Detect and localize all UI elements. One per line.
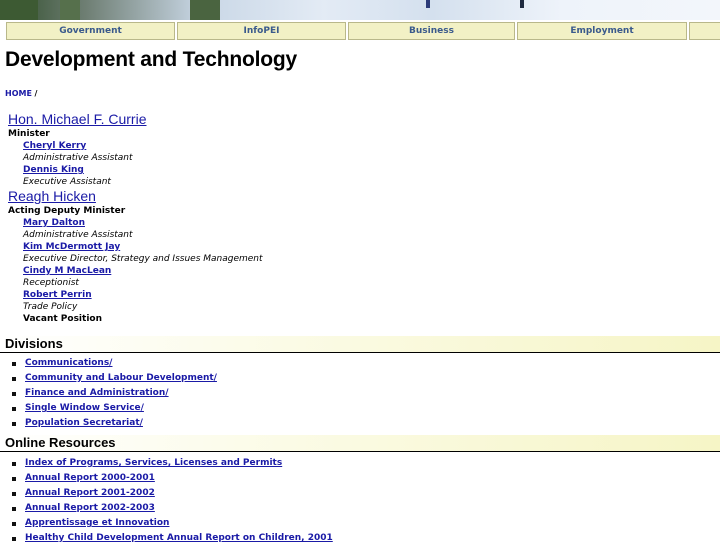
tab-government[interactable]: Government	[6, 22, 175, 40]
bullet-icon	[12, 477, 16, 481]
top-navigation: Government InfoPEI Business Employment	[0, 22, 720, 42]
staff-link-mary-dalton[interactable]: Mary Dalton	[23, 218, 85, 228]
bullet-icon	[12, 462, 16, 466]
online-resources-heading: Online Resources	[5, 435, 116, 450]
division-link[interactable]: Communications/	[25, 358, 112, 368]
banner-figure	[520, 0, 524, 8]
deputy-minister-name-link[interactable]: Reagh Hicken	[8, 188, 96, 204]
vacant-position-label: Vacant Position	[23, 314, 102, 324]
staff-title: Administrative Assistant	[23, 153, 133, 163]
staff-link-cheryl-kerry[interactable]: Cheryl Kerry	[23, 141, 86, 151]
breadcrumb-separator: /	[34, 89, 38, 98]
bullet-icon	[12, 377, 16, 381]
deputy-minister-role: Acting Deputy Minister	[8, 206, 126, 216]
staff-link-cindy-maclean[interactable]: Cindy M MacLean	[23, 266, 111, 276]
division-link[interactable]: Single Window Service/	[25, 403, 144, 413]
staff-link-robert-perrin[interactable]: Robert Perrin	[23, 290, 92, 300]
tab-business[interactable]: Business	[348, 22, 515, 40]
banner-tree-shape	[60, 0, 80, 20]
resource-link[interactable]: Annual Report 2000-2001	[25, 473, 155, 483]
division-link[interactable]: Community and Labour Development/	[25, 373, 217, 383]
resource-link[interactable]: Apprentissage et Innovation	[25, 518, 169, 528]
banner-figure	[426, 0, 430, 8]
bullet-icon	[12, 507, 16, 511]
division-link[interactable]: Finance and Administration/	[25, 388, 169, 398]
breadcrumb: HOME /	[5, 89, 37, 98]
resource-link[interactable]: Healthy Child Development Annual Report …	[25, 533, 333, 543]
minister-role: Minister	[8, 129, 50, 139]
staff-title: Executive Director, Strategy and Issues …	[23, 254, 263, 264]
bullet-icon	[12, 392, 16, 396]
staff-title: Receptionist	[23, 278, 79, 288]
staff-title: Trade Policy	[23, 302, 78, 312]
divisions-section-header: Divisions	[0, 336, 720, 353]
staff-title: Administrative Assistant	[23, 230, 133, 240]
resource-link[interactable]: Index of Programs, Services, Licenses an…	[25, 458, 282, 468]
banner-tree-shape	[0, 0, 38, 20]
resource-link[interactable]: Annual Report 2002-2003	[25, 503, 155, 513]
resource-link[interactable]: Annual Report 2001-2002	[25, 488, 155, 498]
staff-link-kim-mcdermott-jay[interactable]: Kim McDermott Jay	[23, 242, 120, 252]
online-resources-section-header: Online Resources	[0, 435, 720, 452]
bullet-icon	[12, 537, 16, 541]
tab-employment[interactable]: Employment	[517, 22, 687, 40]
bullet-icon	[12, 407, 16, 411]
minister-name-link[interactable]: Hon. Michael F. Currie	[8, 111, 147, 127]
bullet-icon	[12, 492, 16, 496]
page-title: Development and Technology	[5, 48, 297, 71]
staff-link-dennis-king[interactable]: Dennis King	[23, 165, 84, 175]
banner-tree-shape	[190, 0, 220, 20]
division-link[interactable]: Population Secretariat/	[25, 418, 143, 428]
tab-infopei[interactable]: InfoPEI	[177, 22, 346, 40]
staff-title: Executive Assistant	[23, 177, 111, 187]
breadcrumb-home-link[interactable]: HOME	[5, 89, 32, 98]
header-banner-image	[0, 0, 720, 20]
bullet-icon	[12, 422, 16, 426]
bullet-icon	[12, 522, 16, 526]
tab-more[interactable]	[689, 22, 720, 40]
divisions-heading: Divisions	[5, 336, 63, 351]
bullet-icon	[12, 362, 16, 366]
